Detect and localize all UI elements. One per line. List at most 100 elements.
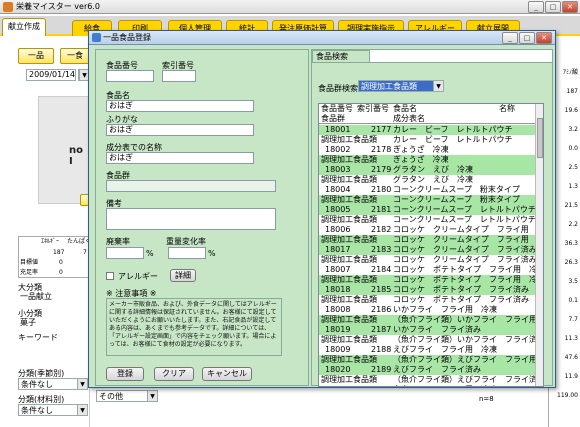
row-food-name: コロッケ クリームタイプ フライ済み 冷凍 bbox=[393, 245, 537, 254]
row-food-group: 調理加工食品類 bbox=[321, 215, 377, 224]
nutrient-value: 2.5 bbox=[568, 164, 578, 171]
food-group-field[interactable] bbox=[106, 180, 276, 192]
row-food-name: 白身フライ フライ用 冷凍 bbox=[393, 385, 497, 386]
app-title: 栄養マイスター ver6.0 bbox=[16, 2, 100, 11]
row-food-group: 調理加工食品類 bbox=[321, 335, 377, 344]
food-register-dialog: 一品食品登録 _ □ ✕ 食品番号 索引番号 食品名 おはぎ ふりがな おはぎ … bbox=[88, 30, 556, 388]
col-food-group: 食品群 bbox=[321, 114, 345, 123]
food-name-field[interactable]: おはぎ bbox=[106, 100, 254, 112]
count-label: n=8 bbox=[479, 395, 494, 403]
nutrient-value: 11.9 bbox=[564, 373, 578, 380]
table-row[interactable]: 18009 2188 えびフライ フライ用 冷凍 調理加工食品類 （魚介フライ類）えびフ… bbox=[319, 345, 537, 365]
row-food-name: えびフライ フライ済み bbox=[393, 365, 481, 374]
ippin-button[interactable]: 一品 bbox=[18, 48, 54, 64]
row-food-name: コロッケ ポテトタイプ フライ済み 冷凍 bbox=[393, 285, 537, 294]
row-food-group: 調理加工食品類 bbox=[321, 315, 377, 324]
row-food-no: 18007 bbox=[325, 265, 351, 274]
row-table-name: （魚介フライ類）いかフライ フライ用 冷凍 bbox=[393, 315, 537, 324]
minimize-icon[interactable]: _ bbox=[502, 32, 518, 44]
close-icon[interactable]: ✕ bbox=[536, 32, 552, 44]
waste-rate-field[interactable] bbox=[106, 247, 144, 259]
col-name: 名称 bbox=[499, 104, 515, 113]
row-index-no: 2188 bbox=[371, 345, 392, 354]
table-row[interactable]: 18019 2187 いかフライ フライ済み 調理加工食品類 （魚介フライ類）いかフライ… bbox=[319, 325, 537, 345]
chevron-down-icon: ▼ bbox=[433, 81, 443, 91]
nutrient-grid: ｴﾈﾙｷﾞｰ たんぱく 187 7 目標値 0 充足率 0 bbox=[18, 236, 91, 278]
row-food-name: いかフライ フライ用 冷凍 bbox=[393, 305, 497, 314]
table-row[interactable]: 18005 2181 コーンクリームスープ レトルトパウチ 調理加工食品類 コーンクリー… bbox=[319, 205, 537, 225]
nutrient-value: 47.6 bbox=[564, 354, 578, 361]
table-row[interactable]: 18006 2182 コロッケ クリームタイプ フライ用 冷凍 調理加工食品類 コロッケ… bbox=[319, 225, 537, 245]
dialog-titlebar: 一品食品登録 _ □ ✕ bbox=[89, 31, 555, 45]
table-row[interactable]: 18002 2178 ぎょうざ 冷凍 調理加工食品類 ぎょうざ 冷凍 bbox=[319, 145, 537, 165]
cancel-button[interactable]: キャンセル bbox=[202, 367, 252, 381]
table-row[interactable]: 18007 2184 コロッケ ポテトタイプ フライ用 冷凍 調理加工食品類 コロッケ … bbox=[319, 265, 537, 285]
food-search-area: 食品群検索 調理加工食品類 ▼ 食品番号 索引番号 食品名 名称 食品群 成分表… bbox=[312, 62, 552, 387]
date-field[interactable]: 2009/01/14 bbox=[26, 69, 76, 81]
notes-field[interactable] bbox=[106, 208, 276, 230]
row-index-no: 2181 bbox=[371, 205, 392, 214]
minimize-icon[interactable]: _ bbox=[528, 1, 544, 13]
close-icon[interactable]: ✕ bbox=[562, 1, 578, 13]
material-category-select[interactable]: 条件なし ▼ bbox=[18, 404, 88, 416]
row-table-name: コロッケ ポテトタイプ フライ用 冷凍 bbox=[393, 275, 537, 284]
table-row[interactable]: 18003 2179 グラタン えび 冷凍 調理加工食品類 グラタン えび 冷凍 bbox=[319, 165, 537, 185]
nutrient-value: 26.3 bbox=[564, 259, 578, 266]
row-food-name: コロッケ ポテトタイプ フライ用 冷凍 bbox=[393, 265, 537, 274]
isshoku-button[interactable]: 一食 bbox=[60, 48, 90, 64]
register-button[interactable]: 登録 bbox=[106, 367, 144, 381]
table-row[interactable]: 180102190白身フライ フライ用 冷凍調理加工食品類（魚介フライ類）白身フ… bbox=[319, 385, 537, 386]
other-select[interactable]: その他 ▼ bbox=[96, 390, 158, 402]
row-food-no: 18001 bbox=[325, 125, 351, 134]
results-scrollbar[interactable] bbox=[535, 104, 543, 386]
row-table-name: カレー ビーフ レトルトパウチ bbox=[393, 135, 513, 144]
grid-target-value: 0 bbox=[59, 259, 63, 266]
row-table-name: ぎょうざ 冷凍 bbox=[393, 155, 449, 164]
food-group-search-select[interactable]: 調理加工食品類 ▼ bbox=[358, 80, 444, 92]
weight-change-field[interactable] bbox=[168, 247, 206, 259]
row-food-no: 18004 bbox=[325, 185, 351, 194]
row-index-no: 2185 bbox=[371, 285, 392, 294]
row-index-no: 2179 bbox=[371, 165, 392, 174]
clear-button[interactable]: クリア bbox=[154, 367, 194, 381]
row-food-group: 調理加工食品類 bbox=[321, 375, 377, 384]
season-category-value: 条件なし bbox=[21, 380, 53, 389]
other-select-value: その他 bbox=[99, 392, 123, 401]
food-no-field[interactable] bbox=[106, 70, 154, 82]
row-index-no: 2190 bbox=[371, 385, 391, 386]
caution-text: メーカー市販食品、および、外食データに関してはアレルギーに関する詳細情報は保証さ… bbox=[106, 298, 282, 356]
season-category-select[interactable]: 条件なし ▼ bbox=[18, 378, 88, 390]
keyword-label: キーワード bbox=[18, 333, 58, 342]
nutrient-value: 0.1 bbox=[568, 297, 578, 304]
row-index-no: 2186 bbox=[371, 305, 392, 314]
detail-button[interactable]: 詳細 bbox=[170, 269, 196, 282]
table-row[interactable]: 18008 2186 いかフライ フライ用 冷凍 調理加工食品類 （魚介フライ類）いかフ… bbox=[319, 305, 537, 325]
table-name-field[interactable]: おはぎ bbox=[106, 152, 254, 164]
index-no-field[interactable] bbox=[162, 70, 196, 82]
row-food-group: 調理加工食品類 bbox=[321, 235, 377, 244]
nutrient-value: 1.3 bbox=[568, 183, 578, 190]
table-row[interactable]: 18001 2177 カレー ビーフ レトルトパウチ 調理加工食品類 カレー ビーフ レ… bbox=[319, 125, 537, 145]
row-food-group: 調理加工食品類 bbox=[321, 295, 377, 304]
furigana-field[interactable]: おはぎ bbox=[106, 124, 254, 136]
grid-row-fulfill: 充足率 bbox=[20, 269, 39, 276]
allergy-checkbox[interactable] bbox=[106, 272, 114, 280]
dish-image-placeholder: no I bbox=[38, 96, 90, 204]
row-food-group: 調理加工食品類 bbox=[321, 175, 377, 184]
table-row[interactable]: 18020 2189 えびフライ フライ済み 調理加工食品類 （魚介フライ類）えびフライ… bbox=[319, 365, 537, 385]
table-row[interactable]: 18004 2180 コーンクリームスープ 粉末タイプ 調理加工食品類 コーンクリームス… bbox=[319, 185, 537, 205]
scrollbar-thumb[interactable] bbox=[537, 118, 543, 158]
nutrient-value: ｱﾐﾉ酸 bbox=[562, 69, 578, 76]
no-image-label: no I bbox=[69, 145, 83, 167]
minor-category-value: 菓子 bbox=[18, 318, 88, 329]
row-index-no: 2183 bbox=[371, 245, 392, 254]
grid-fulfill-value: 0 bbox=[59, 269, 63, 276]
table-row[interactable]: 180172183コロッケ クリームタイプ フライ済み 冷凍調理加工食品類コロッ… bbox=[319, 245, 537, 265]
chevron-down-icon: ▼ bbox=[77, 379, 87, 389]
maximize-icon[interactable]: □ bbox=[519, 32, 535, 44]
maximize-icon[interactable]: □ bbox=[545, 1, 561, 13]
row-index-no: 2184 bbox=[371, 265, 392, 274]
tab-menu-create[interactable]: 献立作成 bbox=[2, 18, 46, 36]
table-row[interactable]: 18018 2185 コロッケ ポテトタイプ フライ済み 冷凍 調理加工食品類 コロッケ… bbox=[319, 285, 537, 305]
row-food-group: 調理加工食品類 bbox=[321, 135, 377, 144]
